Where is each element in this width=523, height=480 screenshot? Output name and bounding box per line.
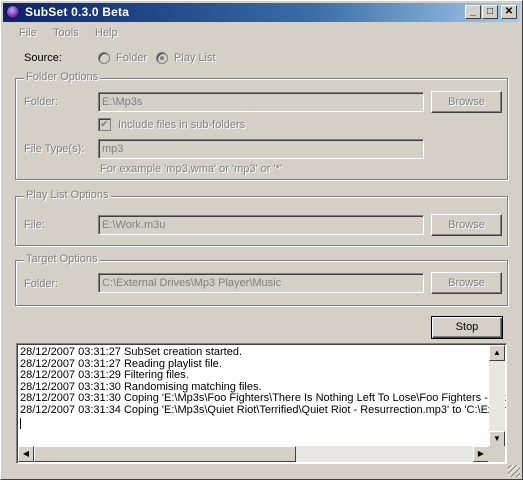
- minimize-button[interactable]: _: [465, 5, 481, 19]
- menu-tools[interactable]: Tools: [53, 27, 79, 39]
- folder-options-title: Folder Options: [24, 71, 101, 83]
- log-line: 28/12/2007 03:31:27 SubSet creation star…: [20, 346, 242, 358]
- filetypes-hint: For example 'mp3,wma' or 'mp3' or '*': [100, 163, 282, 175]
- window-title: SubSet 0.3.0 Beta: [25, 5, 130, 19]
- menu-help[interactable]: Help: [95, 27, 118, 39]
- arrow-down-icon: ▼: [493, 434, 501, 443]
- app-icon: [6, 5, 20, 19]
- folder-label: Folder:: [24, 96, 59, 108]
- source-folder-label: Folder: [116, 52, 148, 64]
- menu-bar: File Tools Help: [3, 24, 520, 43]
- maximize-button[interactable]: □: [482, 5, 498, 19]
- arrow-up-icon: ▲: [493, 348, 501, 357]
- scroll-right-button[interactable]: ▶: [473, 446, 489, 462]
- resize-grip-icon[interactable]: [508, 465, 520, 477]
- menu-file[interactable]: File: [19, 27, 37, 39]
- filetypes-input[interactable]: mp3: [98, 139, 424, 159]
- horizontal-scrollbar[interactable]: ◀ ▶: [18, 446, 489, 462]
- source-label: Source:: [24, 52, 62, 64]
- app-window: SubSet 0.3.0 Beta _ □ ✕ File Tools Help …: [0, 0, 523, 480]
- log-line: 28/12/2007 03:31:34 Coping 'E:\Mp3s\Quie…: [20, 403, 507, 416]
- log-line: 28/12/2007 03:31:29 Filtering files.: [20, 369, 189, 381]
- target-options-title: Target Options: [24, 253, 100, 265]
- arrow-left-icon: ◀: [22, 449, 30, 458]
- radio-dot-icon: [160, 56, 164, 60]
- log-output[interactable]: 28/12/2007 03:31:27 SubSet creation star…: [16, 343, 507, 464]
- playlist-browse-button[interactable]: Browse: [431, 214, 502, 236]
- check-icon: ✔: [100, 119, 109, 130]
- scroll-corner: [488, 446, 505, 462]
- target-browse-button[interactable]: Browse: [431, 272, 502, 294]
- source-playlist-radio[interactable]: [156, 52, 168, 64]
- folder-browse-button[interactable]: Browse: [431, 91, 502, 113]
- playlist-file-label: File:: [24, 219, 45, 231]
- scroll-left-button[interactable]: ◀: [18, 446, 34, 462]
- include-subfolders-checkbox[interactable]: ✔: [98, 118, 111, 131]
- minimize-icon: _: [470, 6, 476, 17]
- source-folder-radio[interactable]: [98, 52, 110, 64]
- title-bar[interactable]: SubSet 0.3.0 Beta _ □ ✕: [3, 3, 520, 22]
- close-button[interactable]: ✕: [501, 5, 517, 19]
- folder-input[interactable]: E:\Mp3s: [98, 92, 424, 112]
- source-playlist-label: Play List: [174, 52, 216, 64]
- log-line: 28/12/2007 03:31:30 Coping 'E:\Mp3s\Foo …: [20, 392, 507, 404]
- arrow-right-icon: ▶: [477, 449, 485, 458]
- close-icon: ✕: [504, 6, 514, 17]
- maximize-icon: □: [486, 6, 494, 17]
- target-folder-label: Folder:: [24, 278, 59, 290]
- filetypes-label: File Type(s):: [24, 143, 85, 155]
- include-subfolders-label: Include files in sub-folders: [118, 119, 246, 131]
- playlist-options-title: Play List Options: [24, 189, 111, 201]
- horizontal-scroll-thumb[interactable]: [34, 446, 296, 462]
- scroll-up-button[interactable]: ▲: [489, 345, 505, 361]
- log-lines: 28/12/2007 03:31:27 SubSet creation star…: [20, 346, 507, 429]
- vertical-scrollbar[interactable]: ▲ ▼: [489, 345, 505, 447]
- target-folder-input[interactable]: C:\External Drives\Mp3 Player\Music: [98, 273, 424, 293]
- stop-button[interactable]: Stop: [431, 316, 503, 339]
- playlist-file-input[interactable]: E:\Work.m3u: [98, 215, 424, 235]
- scroll-down-button[interactable]: ▼: [489, 431, 505, 447]
- text-cursor: [20, 418, 21, 429]
